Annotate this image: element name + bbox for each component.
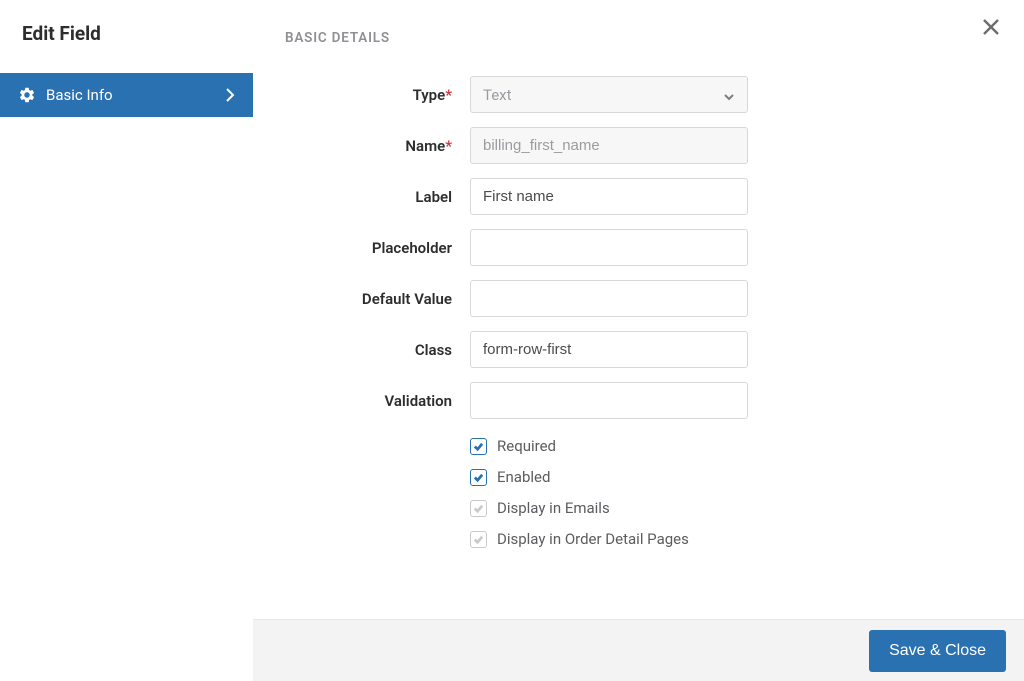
field-label-text: Name [405,137,445,155]
checkbox-row-display-order: Display in Order Detail Pages [470,530,992,548]
check-icon [473,472,484,483]
field-label: Validation [285,392,470,410]
checkbox-label: Display in Emails [497,499,610,517]
close-button[interactable] [980,16,1002,38]
field-label-text: Type [413,86,446,104]
checkbox-row-display-emails: Display in Emails [470,499,992,517]
field-label: Name* [285,137,470,155]
check-icon [473,534,484,545]
checkbox-label: Enabled [497,468,550,486]
check-icon [473,441,484,452]
required-checkbox[interactable] [470,438,487,455]
page-title: Edit Field [0,0,253,73]
field-row-class: Class [285,331,992,368]
validation-field[interactable] [470,382,748,419]
label-field[interactable] [470,178,748,215]
save-close-button[interactable]: Save & Close [869,630,1006,672]
form-area: Type* Text Name* [253,56,1024,548]
section-title: BASIC DETAILS [253,0,1024,56]
field-row-name: Name* [285,127,992,164]
field-row-validation: Validation [285,382,992,419]
select-value: Text [483,86,512,104]
required-asterisk: * [445,86,452,104]
required-asterisk: * [445,137,452,155]
field-row-default-value: Default Value [285,280,992,317]
field-label: Class [285,341,470,359]
display-order-pages-checkbox [470,531,487,548]
field-label: Label [285,188,470,206]
placeholder-field[interactable] [470,229,748,266]
checkbox-row-required: Required [470,437,992,455]
class-field[interactable] [470,331,748,368]
enabled-checkbox[interactable] [470,469,487,486]
close-icon [982,18,1000,36]
field-label: Default Value [285,290,470,308]
field-label: Type* [285,86,470,104]
sidebar-item-label: Basic Info [46,86,215,104]
display-emails-checkbox [470,500,487,517]
type-select[interactable]: Text [470,76,748,113]
checkbox-row-enabled: Enabled [470,468,992,486]
sidebar: Edit Field Basic Info [0,0,253,681]
checkbox-group: Required Enabled Display in Emails [470,433,992,548]
check-icon [473,503,484,514]
field-label: Placeholder [285,239,470,257]
field-row-placeholder: Placeholder [285,229,992,266]
sidebar-item-basic-info[interactable]: Basic Info [0,73,253,117]
field-row-type: Type* Text [285,76,992,113]
gear-icon [18,86,36,104]
main-panel: BASIC DETAILS Type* Text [253,0,1024,681]
chevron-down-icon [723,89,735,101]
field-row-label: Label [285,178,992,215]
name-field [470,127,748,164]
checkbox-label: Required [497,437,556,455]
checkbox-label: Display in Order Detail Pages [497,530,689,548]
chevron-right-icon [225,88,235,102]
footer: Save & Close [253,619,1024,681]
default-value-field[interactable] [470,280,748,317]
